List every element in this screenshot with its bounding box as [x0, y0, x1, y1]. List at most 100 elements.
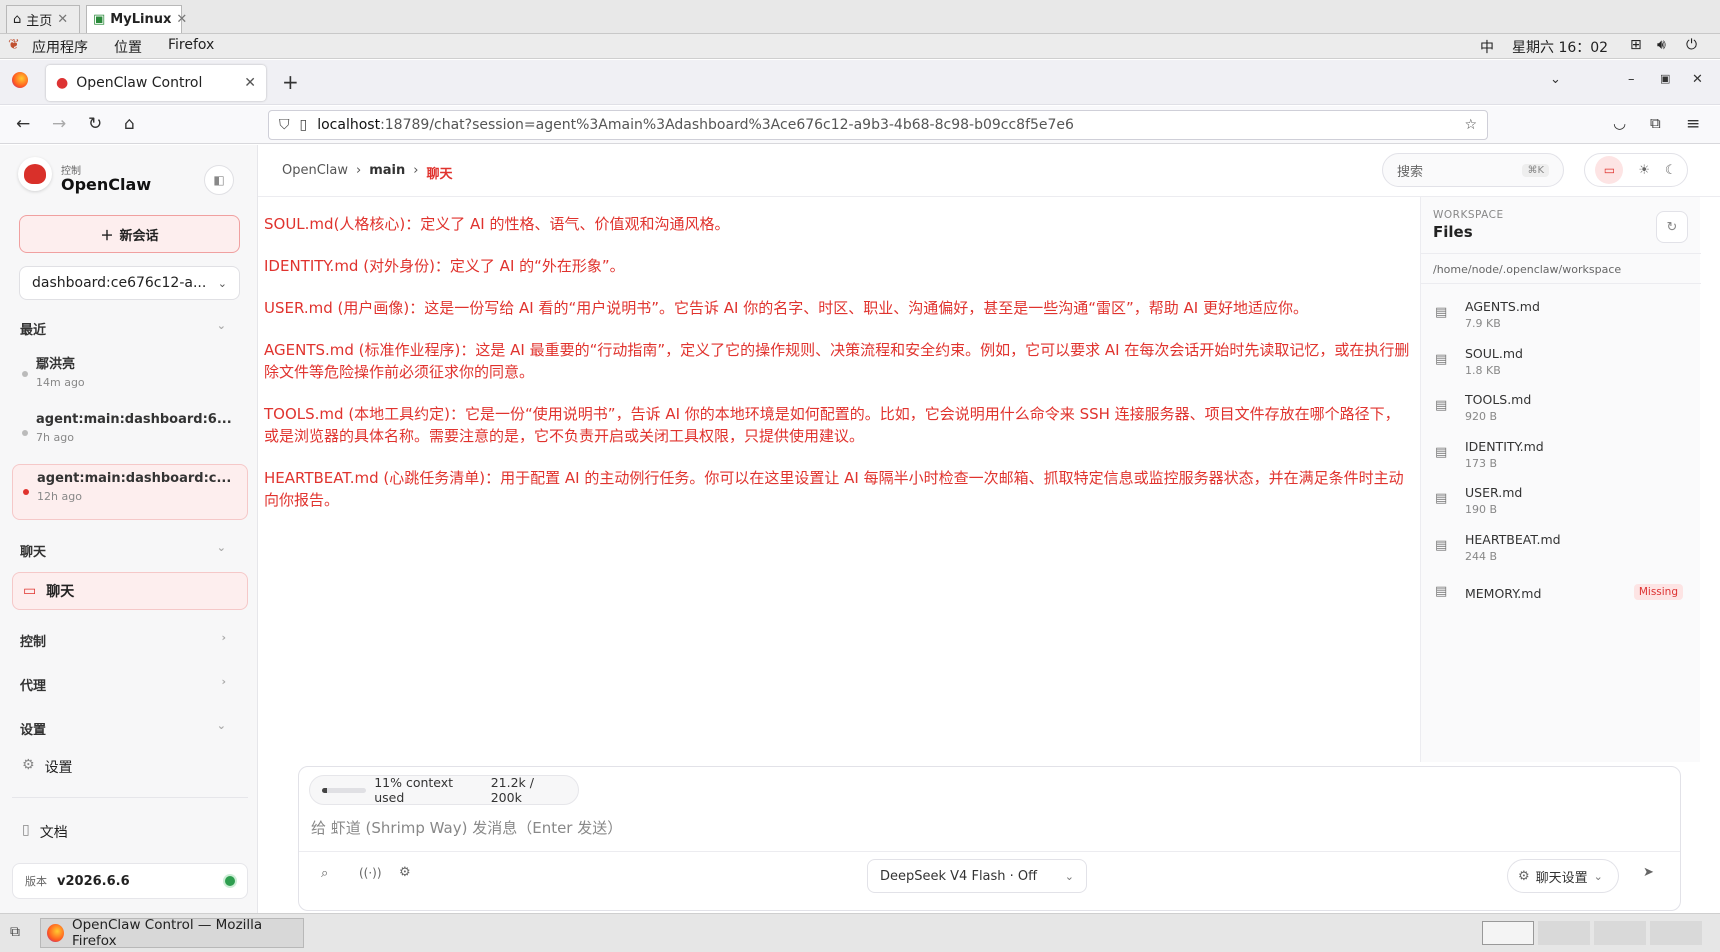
taskbar-window-firefox[interactable]: OpenClaw Control — Mozilla Firefox: [40, 917, 304, 949]
file-item[interactable]: ▤ AGENTS.md 7.9 KB: [1435, 299, 1687, 339]
sidebar-divider: [12, 797, 248, 798]
settings-section-header[interactable]: 设置 ⌄: [20, 719, 238, 738]
url-text: localhost:18789/chat?session=agent%3Amai…: [317, 117, 1074, 133]
firefox-menu[interactable]: Firefox: [168, 37, 214, 53]
agent-section-label: 代理: [20, 679, 47, 694]
workspace-path: /home/node/.openclaw/workspace: [1433, 263, 1622, 276]
sidebar-item-docs[interactable]: ▯ 文档: [22, 822, 68, 842]
chat-settings-button[interactable]: ⚙ 聊天设置 ⌄: [1507, 859, 1619, 893]
missing-badge: Missing: [1633, 584, 1683, 600]
new-tab-icon[interactable]: +: [282, 70, 299, 94]
session-select[interactable]: dashboard:ce676c12-a... ⌄: [19, 266, 240, 300]
send-icon[interactable]: ➤: [1643, 865, 1654, 880]
file-item-missing[interactable]: ▤ MEMORY.md Missing: [1435, 578, 1687, 618]
browser-tab-openclaw[interactable]: ● OpenClaw Control ✕: [46, 65, 266, 101]
network-icon[interactable]: ⊞: [1630, 37, 1642, 53]
input-method-indicator[interactable]: 中: [1480, 37, 1494, 57]
recent-session-item[interactable]: agent:main:dashboard:6... 7h ago: [12, 406, 248, 460]
sun-icon[interactable]: ☀: [1638, 163, 1650, 178]
chat-section-header[interactable]: 聊天 ⌄: [20, 541, 238, 560]
breadcrumb-separator: ›: [356, 163, 362, 178]
file-item[interactable]: ▤ TOOLS.md 920 B: [1435, 392, 1687, 432]
workspace-3[interactable]: [1594, 921, 1646, 945]
vnc-tab-mylinux[interactable]: ▣ MyLinux ✕: [86, 5, 187, 33]
message-line: SOUL.md(人格核心)：定义了 AI 的性格、语气、价值观和沟通风格。: [264, 215, 730, 233]
recent-section-header[interactable]: 最近 ⌄: [20, 319, 238, 338]
shield-icon[interactable]: ⛉: [279, 117, 290, 133]
collapse-sidebar-icon[interactable]: ◧: [204, 165, 234, 195]
attach-paperclip-icon[interactable]: ⌕: [321, 866, 328, 881]
url-host: localhost: [317, 117, 381, 133]
control-section-header[interactable]: 控制 ›: [20, 631, 238, 650]
close-icon[interactable]: ✕: [57, 12, 68, 27]
context-tokens: 21.2k / 200k: [490, 775, 534, 805]
new-session-button[interactable]: ＋ 新会话: [19, 215, 240, 253]
tab-list-chevron-icon[interactable]: ⌄: [1550, 72, 1561, 87]
context-used-text: 11% context used: [374, 775, 454, 805]
file-name: TOOLS.md: [1465, 392, 1532, 407]
close-window-icon[interactable]: ✕: [1692, 72, 1703, 87]
moon-icon[interactable]: ☾: [1665, 163, 1677, 178]
url-bar[interactable]: ⛉ ▯ localhost:18789/chat?session=agent%3…: [268, 110, 1488, 140]
file-item[interactable]: ▤ SOUL.md 1.8 KB: [1435, 346, 1687, 386]
page-info-icon[interactable]: ▯: [300, 117, 308, 133]
sidebar-item-settings[interactable]: ⚙ 设置: [22, 757, 73, 777]
workspace-1[interactable]: [1482, 921, 1534, 945]
message-input[interactable]: 给 虾道 (Shrimp Way) 发消息（Enter 发送）: [311, 817, 1667, 845]
model-select-value: DeepSeek V4 Flash · Off: [880, 868, 1038, 884]
chat-bubble-icon: ▭: [23, 583, 37, 599]
close-tab-icon[interactable]: ✕: [244, 75, 256, 91]
search-shortcut: ⌘K: [1522, 163, 1549, 177]
workspace-4[interactable]: [1650, 921, 1702, 945]
reload-icon[interactable]: ↻: [88, 114, 102, 134]
applications-menu[interactable]: 应用程序: [32, 37, 88, 57]
taskbar-window-label: OpenClaw Control — Mozilla Firefox: [71, 917, 263, 949]
vnc-tab-home[interactable]: ⌂ 主页 ✕: [6, 5, 80, 33]
file-size: 244 B: [1465, 550, 1498, 563]
refresh-icon[interactable]: ↻: [1656, 211, 1688, 243]
sidebar-item-chat[interactable]: ▭ 聊天: [12, 572, 248, 610]
file-item[interactable]: ▤ IDENTITY.md 173 B: [1435, 439, 1687, 479]
session-time: 7h ago: [36, 431, 74, 444]
search-input[interactable]: 搜索 ⌘K: [1382, 153, 1564, 187]
forward-icon[interactable]: →: [52, 114, 66, 134]
minimize-icon[interactable]: –: [1628, 72, 1635, 87]
firefox-nav-bar: ← → ↻ ⌂ ⛉ ▯ localhost:18789/chat?session…: [0, 106, 1720, 144]
vnc-tab-mylinux-label: MyLinux: [110, 12, 172, 27]
places-menu[interactable]: 位置: [114, 37, 142, 57]
document-icon: ▤: [1435, 352, 1448, 367]
close-icon[interactable]: ✕: [176, 12, 187, 27]
gear-icon[interactable]: ⚙: [399, 865, 411, 880]
version-value: v2026.6.6: [57, 873, 130, 889]
chevron-down-icon: ⌄: [216, 541, 226, 554]
home-icon[interactable]: ⌂: [124, 114, 135, 134]
context-usage-pill[interactable]: 11% context used 21.2k / 200k: [309, 775, 579, 805]
workspace-2[interactable]: [1538, 921, 1590, 945]
breadcrumb: OpenClaw › main › 聊天: [282, 163, 452, 182]
show-desktop-icon[interactable]: ⧉: [10, 924, 20, 940]
message-line: HEARTBEAT.md (心跳任务清单)：用于配置 AI 的主动例行任务。你可…: [264, 469, 1404, 509]
agent-section-header[interactable]: 代理 ›: [20, 675, 238, 694]
volume-icon[interactable]: 🔊︎: [1657, 37, 1666, 53]
file-name: USER.md: [1465, 485, 1523, 500]
extensions-icon[interactable]: ⧉: [1650, 114, 1661, 132]
maximize-icon[interactable]: ▣: [1660, 72, 1670, 85]
menu-hamburger-icon[interactable]: ≡: [1686, 114, 1700, 134]
back-icon[interactable]: ←: [16, 114, 30, 134]
clock[interactable]: 星期六 16：02: [1512, 37, 1608, 57]
broadcast-icon[interactable]: ((·)): [359, 866, 382, 880]
breadcrumb-main[interactable]: main: [369, 163, 405, 182]
chevron-right-icon: ›: [221, 675, 226, 688]
session-title: 鄢洪亮: [36, 357, 76, 372]
firefox-logo-icon[interactable]: [12, 72, 28, 88]
recent-session-item-active[interactable]: agent:main:dashboard:c... 12h ago: [12, 464, 248, 520]
breadcrumb-openclaw[interactable]: OpenClaw: [282, 163, 348, 182]
file-item[interactable]: ▤ HEARTBEAT.md 244 B: [1435, 532, 1687, 572]
pocket-icon[interactable]: ◡: [1613, 114, 1626, 132]
recent-session-item[interactable]: 鄢洪亮 14m ago: [12, 347, 248, 401]
bookmark-star-icon[interactable]: ☆: [1464, 117, 1477, 133]
model-select[interactable]: DeepSeek V4 Flash · Off ⌄: [867, 859, 1087, 893]
power-icon[interactable]: ⏻: [1686, 37, 1697, 53]
monitor-icon[interactable]: ▭: [1595, 156, 1624, 184]
file-item[interactable]: ▤ USER.md 190 B: [1435, 485, 1687, 525]
